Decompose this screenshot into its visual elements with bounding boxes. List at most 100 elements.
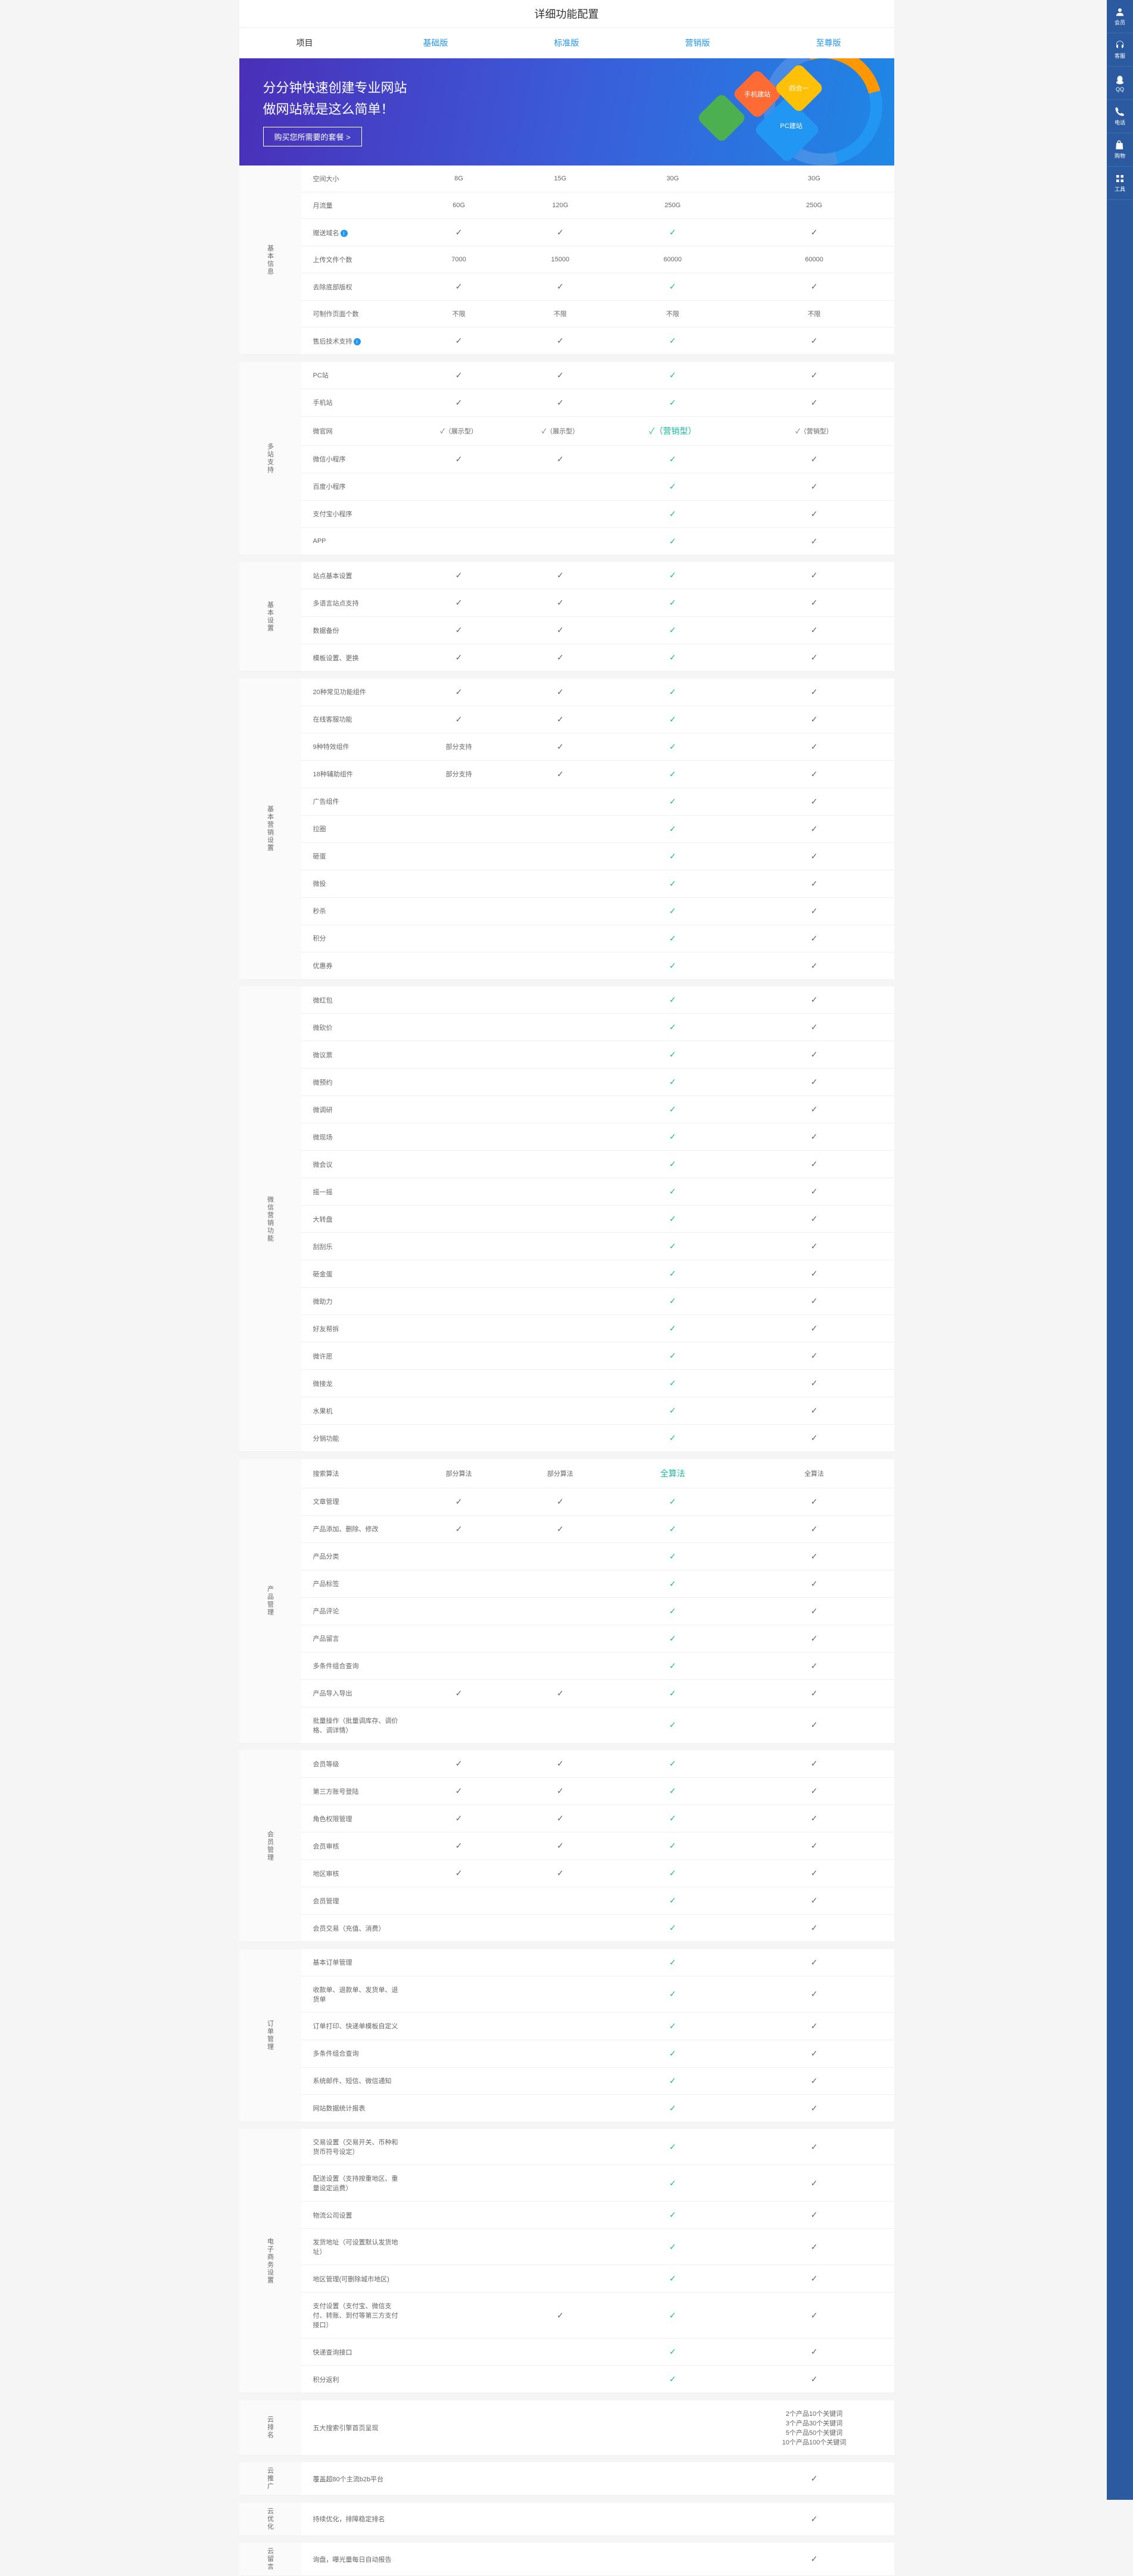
value-cell [510,842,611,870]
cell-text: 120G [552,202,568,209]
value-cell: ✓ [734,273,894,301]
sidebar-service[interactable]: 客服 [1107,33,1133,67]
value-cell: ✓ [734,1151,894,1178]
buy-plan-button[interactable]: 购买您所需要的套餐 > [263,127,362,146]
check-icon: ✓ [669,2210,676,2219]
value-cell [408,2366,510,2393]
info-icon[interactable]: i [341,230,348,237]
value-cell: 不限 [611,301,734,327]
value-cell: ✓ [611,1750,734,1778]
feature-name: 刮刮乐 [301,1233,408,1260]
sidebar-label: 会员 [1115,18,1125,26]
value-cell [408,2040,510,2067]
feature-name: 发货地址（可设置默认发货地址） [301,2229,408,2265]
value-cell: ✓ [734,500,894,527]
check-icon: ✓ [669,398,676,407]
value-cell: ✓ [408,445,510,473]
sidebar-label: 购物 [1115,152,1125,160]
value-cell: ✓ [611,870,734,897]
check-icon: ✓ [557,625,564,635]
feature-name: 会员等级 [301,1750,408,1778]
value-cell [510,2012,611,2040]
value-cell: ✓ [611,1570,734,1597]
value-cell [611,2462,734,2496]
value-cell [510,1233,611,1260]
check-icon: ✓ [669,1497,676,1506]
tab-basic[interactable]: 基础版 [370,28,501,58]
value-cell: ✓ [510,1805,611,1832]
user-icon [1115,7,1125,17]
value-cell: ✓ [510,733,611,760]
table-row: 产品标签✓✓ [239,1570,894,1597]
feature-name: 产品评论 [301,1597,408,1625]
value-cell [510,1151,611,1178]
check-icon: ✓ [811,1634,818,1643]
feature-name: 售后技术支持i [301,327,408,355]
cell-text: 30G [666,175,679,182]
value-cell: ✓ [734,815,894,842]
value-cell [408,870,510,897]
tab-project[interactable]: 项目 [239,28,370,58]
feature-name: 微预约 [301,1069,408,1096]
check-icon: ✓ [669,1786,676,1796]
value-cell: ✓ [611,1288,734,1315]
check-icon: ✓ [669,1661,676,1671]
value-cell: ✓ [611,2129,734,2165]
value-cell: ✓ [734,1370,894,1397]
check-icon: ✓ [557,1786,564,1796]
feature-name: 支付设置（支付宝、微信支付、转账、到付等第三方支付接口） [301,2293,408,2338]
check-icon: ✓ [669,906,676,916]
value-cell: ✓ [734,1915,894,1942]
cube-four-label: 四合一 [781,83,817,93]
check-icon: ✓ [669,2142,676,2152]
sidebar-phone[interactable]: 电话 [1107,100,1133,133]
check-icon: ✓ [811,2021,818,2031]
tab-supreme[interactable]: 至尊版 [763,28,894,58]
feature-name: 20种常见功能组件 [301,679,408,706]
value-cell [408,2338,510,2366]
value-cell: ✓ [611,1233,734,1260]
info-icon[interactable]: i [354,338,361,345]
value-cell: ✓ [734,362,894,389]
table-row: 云排名五大搜索引擎首页呈现2个产品10个关键词3个产品30个关键词5个产品50个… [239,2400,894,2456]
value-cell [408,925,510,952]
cell-text: 250G [664,202,681,209]
sidebar-cart[interactable]: 购物 [1107,133,1133,167]
value-cell [611,2543,734,2576]
check-icon: ✓ [811,1323,818,1333]
feature-name: 快递查询接口 [301,2338,408,2366]
sidebar-qq[interactable]: QQ [1107,67,1133,100]
check-icon: ✓ [811,2076,818,2085]
value-cell [510,870,611,897]
table-row: 微信营销功能微红包✓✓ [239,986,894,1014]
table-row: 手机站✓✓✓✓ [239,389,894,416]
table-row: 电子商务设置交易设置（交易开关、币种和货币符号设定）✓✓ [239,2129,894,2165]
value-cell: ✓ [734,897,894,925]
value-cell: ✓ [611,1041,734,1069]
table-row: 微调研✓✓ [239,1096,894,1123]
check-icon: ✓ [811,2142,818,2152]
value-cell: ✓ [734,1041,894,1069]
table-row: 上传文件个数7000150006000060000 [239,246,894,273]
table-row: 优惠券✓✓ [239,952,894,979]
value-cell: ✓ [611,1178,734,1206]
check-icon: ✓ [669,1269,676,1278]
value-cell: ✓ [611,1151,734,1178]
check-icon: ✓ [811,1241,818,1251]
sidebar-member[interactable]: 会员 [1107,0,1133,33]
cube-pc-label: PC建站 [767,121,815,130]
table-row: 9种特效组件部分支持✓✓✓ [239,733,894,760]
tab-marketing[interactable]: 营销版 [632,28,763,58]
table-row: 多条件组合查询✓✓ [239,2040,894,2067]
value-cell: 8G [408,166,510,192]
tab-standard[interactable]: 标准版 [501,28,632,58]
feature-name: 五大搜索引擎首页呈现 [301,2400,408,2456]
check-icon: ✓ [811,370,818,380]
check-icon: ✓ [811,879,818,888]
sidebar-tool[interactable]: 工具 [1107,167,1133,200]
value-cell [408,1178,510,1206]
category-cell: 产品管理 [239,1459,301,1744]
table-row: 微预约✓✓ [239,1069,894,1096]
check-icon: ✓ [811,1551,818,1561]
feature-name: 微砍价 [301,1014,408,1041]
